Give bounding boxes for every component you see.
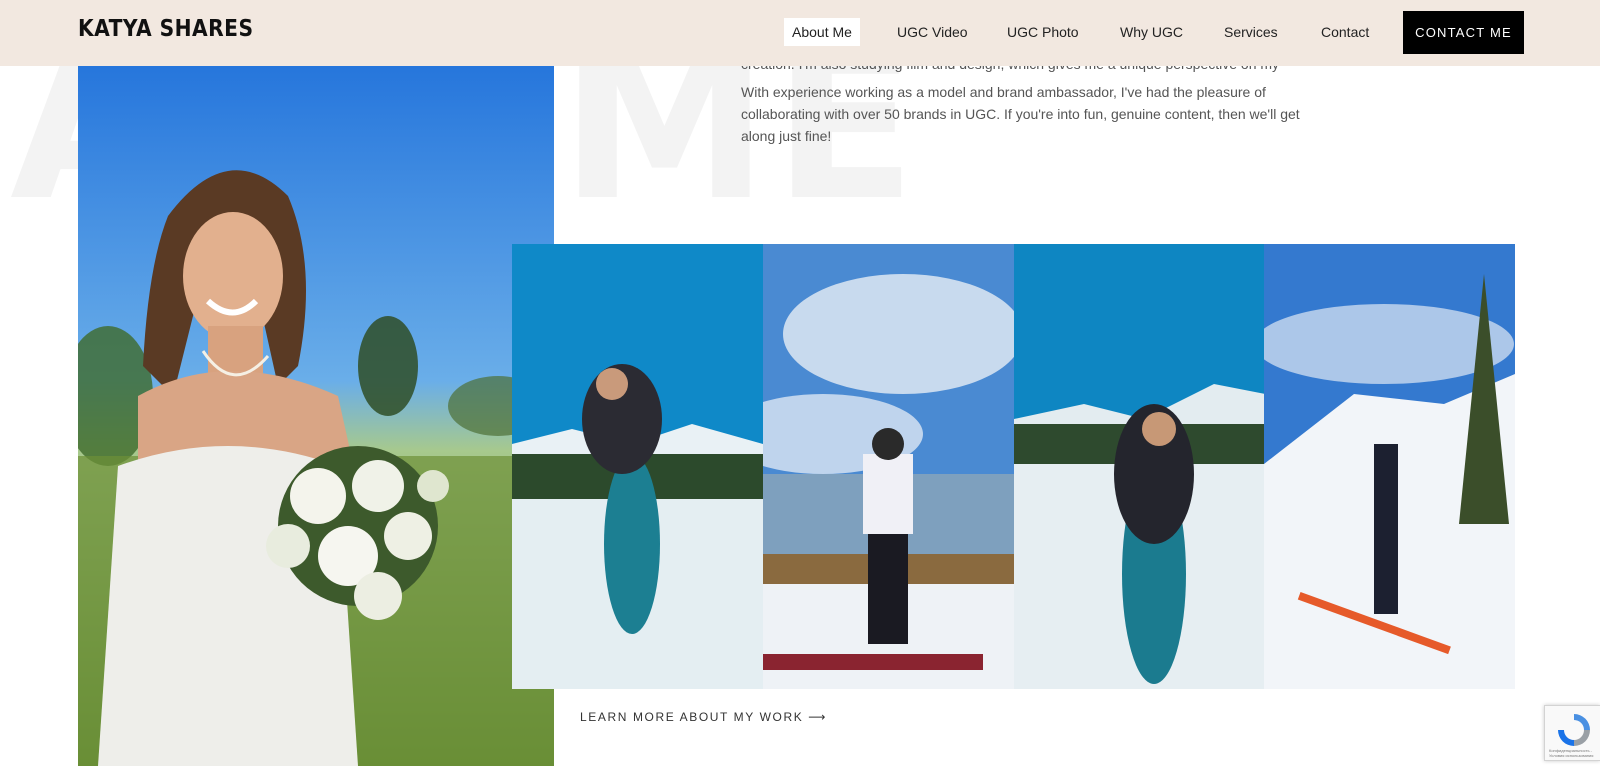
learn-more-label: LEARN MORE ABOUT MY WORK [580,710,804,724]
gallery-photo-dog-hug-2[interactable] [1013,244,1265,689]
about-text: creation. I'm also studying film and des… [741,56,1321,159]
site-logo[interactable]: KATYA SHARES [78,16,253,42]
gallery-photo-skier-pose[interactable] [762,244,1014,689]
recaptcha-icon [1558,714,1590,746]
contact-me-button[interactable]: CONTACT ME [1403,11,1524,54]
about-paragraph-2: With experience working as a model and b… [741,84,1300,144]
arrow-right-icon: ⟶ [808,710,828,724]
nav-item-about-me[interactable]: About Me [784,18,860,46]
site-header: KATYA SHARES About Me UGC Video UGC Phot… [0,0,1600,66]
nav-item-services[interactable]: Services [1216,18,1286,46]
gallery-photo-dog-hug-1[interactable] [512,244,763,689]
recaptcha-caption: Конфиденциальность - Условия использован… [1549,748,1594,758]
nav-item-ugc-photo[interactable]: UGC Photo [999,18,1087,46]
hero-portrait-photo [78,66,554,766]
nav-item-contact[interactable]: Contact [1313,18,1377,46]
recaptcha-badge[interactable]: Конфиденциальность - Условия использован… [1544,705,1600,761]
nav-item-ugc-video[interactable]: UGC Video [889,18,976,46]
gallery-photo-ski-jump[interactable] [1264,244,1515,689]
nav-item-why-ugc[interactable]: Why UGC [1112,18,1191,46]
learn-more-link[interactable]: LEARN MORE ABOUT MY WORK ⟶ [580,710,827,724]
ugc-photo-gallery [512,244,1515,689]
